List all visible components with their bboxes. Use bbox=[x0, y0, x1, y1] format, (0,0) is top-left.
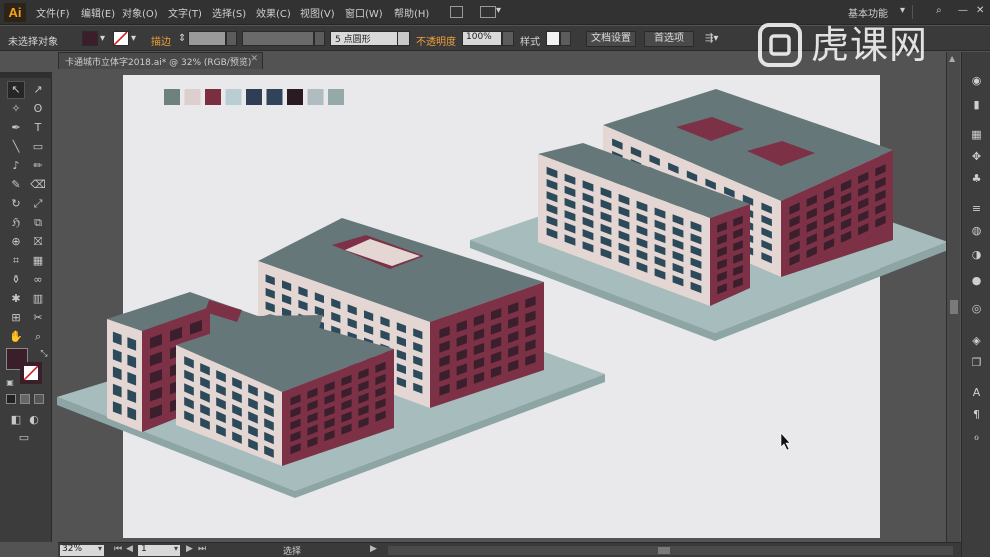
gradient-panel-icon[interactable]: ◍ bbox=[969, 224, 984, 238]
watermark-text: 虎课网 bbox=[811, 23, 929, 67]
page-field[interactable]: 1 ▾ bbox=[138, 544, 180, 556]
color-swatch[interactable] bbox=[164, 89, 180, 105]
color-swatch[interactable] bbox=[307, 89, 324, 105]
vertical-scrollbar[interactable]: ▲ bbox=[946, 52, 960, 542]
vertical-scroll-thumb[interactable] bbox=[950, 300, 958, 314]
character-icon[interactable]: A bbox=[969, 386, 984, 400]
artboards-icon[interactable]: ❐ bbox=[969, 356, 984, 370]
symbols-icon[interactable]: ♣ bbox=[969, 172, 984, 186]
current-tool-status: 选择 bbox=[283, 547, 302, 557]
appearance-icon[interactable]: ● bbox=[969, 274, 984, 288]
brushes-icon[interactable]: ✥ bbox=[969, 150, 984, 164]
panel-dock: ◉ ▮ ▦ ✥ ♣ ≡ ◍ ◑ ● ◎ ◈ ❐ A ¶ ℴ bbox=[961, 52, 990, 557]
color-swatch[interactable] bbox=[328, 89, 344, 105]
zoom-dropdown-icon[interactable]: ▾ bbox=[98, 544, 102, 553]
swatch-row bbox=[164, 89, 344, 105]
status-menu-icon[interactable]: ▶ bbox=[370, 544, 377, 554]
canvas-artwork bbox=[57, 89, 948, 498]
color-swatch[interactable] bbox=[287, 89, 303, 105]
color-swatch[interactable] bbox=[184, 89, 201, 105]
status-bar: 32% ▾ ⏮ ◀ 1 ▾ ▶ ⏭ 选择 ▶ bbox=[58, 542, 961, 557]
color-icon[interactable]: ◉ bbox=[969, 74, 984, 88]
previous-page-icon[interactable]: ◀ bbox=[126, 544, 133, 554]
scroll-up-icon[interactable]: ▲ bbox=[949, 54, 955, 63]
layers-icon[interactable]: ◈ bbox=[969, 334, 984, 348]
zoom-value: 32% bbox=[62, 544, 83, 554]
color-swatch[interactable] bbox=[246, 89, 262, 105]
watermark: 虎课网 bbox=[757, 18, 937, 74]
stroke-icon[interactable]: ≡ bbox=[969, 202, 984, 216]
transparency-icon[interactable]: ◑ bbox=[969, 248, 984, 262]
next-page-icon[interactable]: ▶ bbox=[186, 544, 193, 554]
last-page-icon[interactable]: ⏭ bbox=[198, 544, 206, 554]
color-swatch[interactable] bbox=[266, 89, 283, 105]
page-value: 1 bbox=[141, 544, 147, 554]
horizontal-scroll-thumb[interactable] bbox=[658, 547, 670, 554]
graphic-styles-icon[interactable]: ◎ bbox=[969, 302, 984, 316]
zoom-field[interactable]: 32% ▾ bbox=[60, 544, 104, 556]
opentype-icon[interactable]: ℴ bbox=[969, 430, 984, 444]
page-dropdown-icon[interactable]: ▾ bbox=[174, 544, 178, 553]
first-page-icon[interactable]: ⏮ bbox=[114, 544, 122, 554]
facade-windowed bbox=[107, 319, 142, 432]
paragraph-icon[interactable]: ¶ bbox=[969, 408, 984, 422]
color-guide-icon[interactable]: ▮ bbox=[969, 98, 984, 112]
horizontal-scrollbar[interactable] bbox=[388, 546, 953, 555]
mouse-cursor bbox=[780, 432, 791, 451]
swatches-icon[interactable]: ▦ bbox=[969, 128, 984, 142]
color-swatch[interactable] bbox=[205, 89, 221, 105]
watermark-logo-icon bbox=[758, 23, 802, 67]
color-swatch[interactable] bbox=[225, 89, 242, 105]
